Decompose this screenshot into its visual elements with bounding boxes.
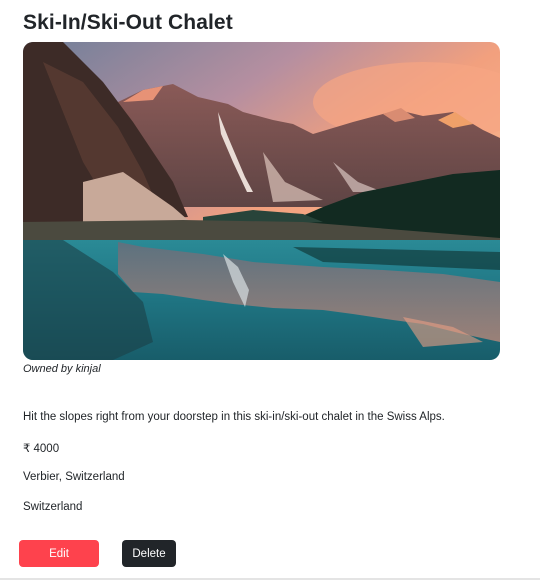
delete-button[interactable]: Delete	[122, 540, 176, 567]
listing-description: Hit the slopes right from your doorstep …	[23, 411, 445, 423]
owner-text: Owned by kinjal	[23, 363, 101, 375]
listing-image	[23, 42, 500, 360]
listing-country: Switzerland	[23, 501, 83, 513]
listing-title: Ski-In/Ski-Out Chalet	[23, 11, 233, 34]
listing-page: Ski-In/Ski-Out Chalet Owned by kinjal Hi…	[0, 0, 540, 580]
listing-price: ₹ 4000	[23, 443, 60, 455]
edit-button[interactable]: Edit	[19, 540, 99, 567]
listing-location: Verbier, Switzerland	[23, 471, 125, 483]
